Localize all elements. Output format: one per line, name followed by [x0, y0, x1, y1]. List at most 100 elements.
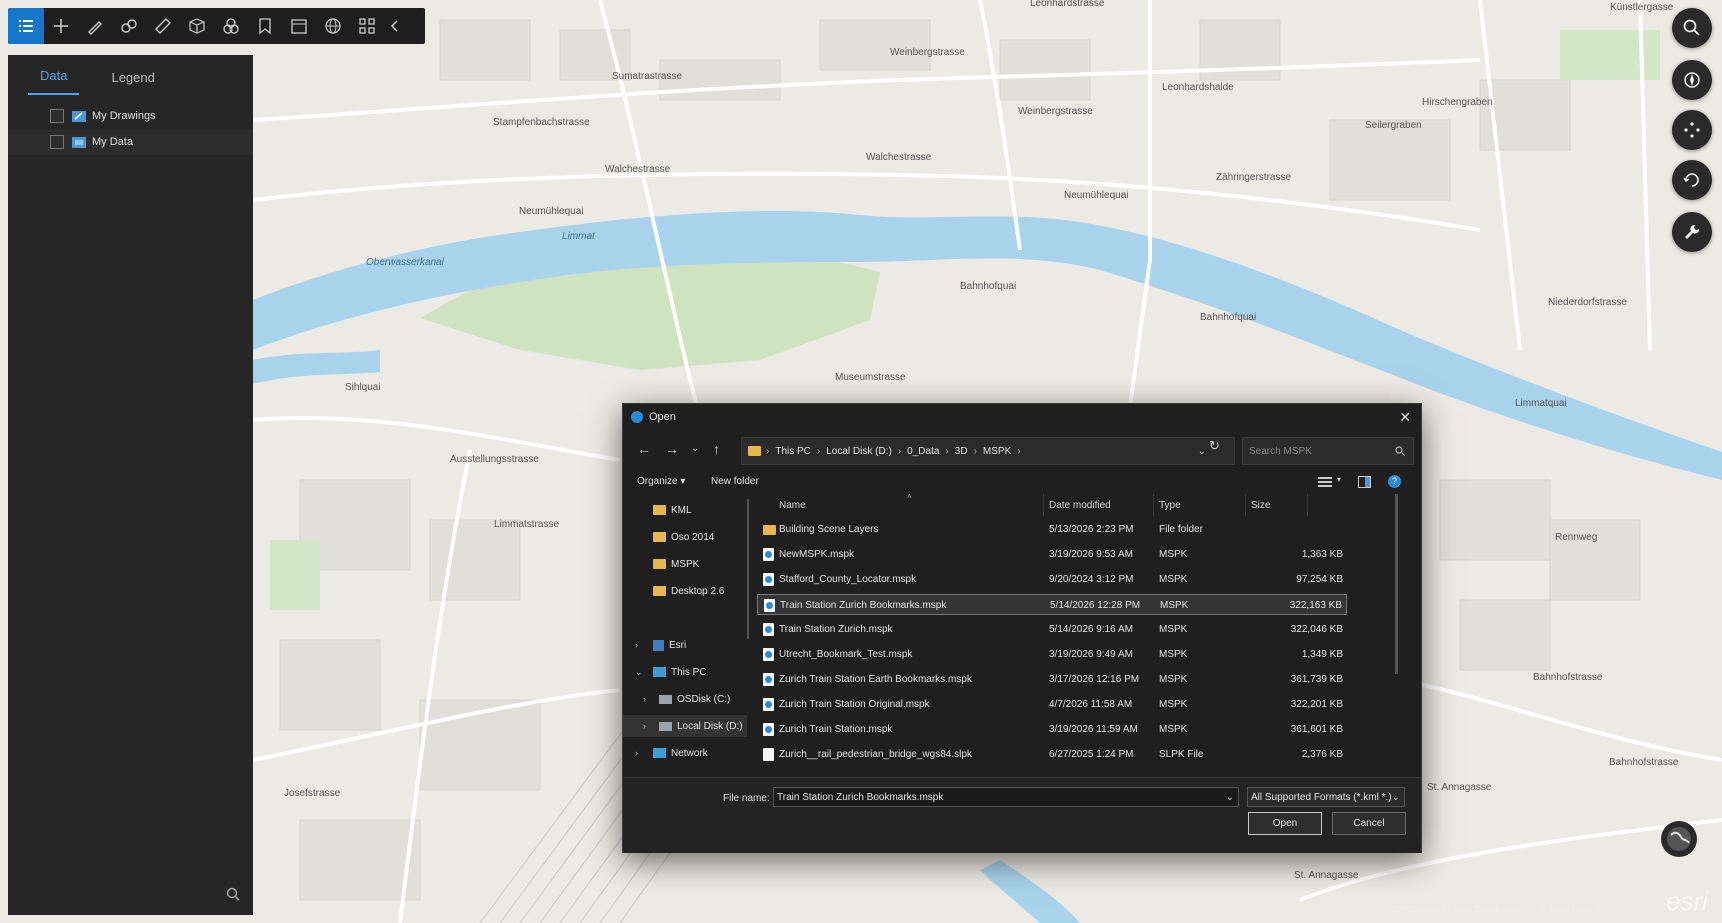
back-arrow-icon[interactable]: ← [637, 441, 651, 457]
expand-chevron-icon[interactable]: › [635, 640, 638, 650]
search-input[interactable]: Search MSPK [1242, 437, 1414, 465]
forward-arrow-icon[interactable]: → [665, 441, 679, 457]
file-type: File folder [1159, 524, 1203, 535]
tree-item[interactable]: › OSDisk (C:) [623, 688, 747, 710]
tree-item[interactable]: KML [623, 499, 747, 521]
svg-text:Niederdorfstrasse: Niederdorfstrasse [1548, 297, 1627, 308]
up-arrow-icon[interactable]: ↑ [713, 441, 720, 457]
filename-input[interactable]: Train Station Zurich Bookmarks.mspk ⌄ [773, 787, 1239, 807]
pan-button[interactable] [1672, 110, 1712, 150]
file-size: 2,376 KB [1301, 749, 1343, 760]
filetype-dropdown-chevron-icon: ⌄ [1391, 791, 1400, 803]
cancel-button[interactable]: Cancel [1332, 812, 1406, 835]
filename-dropdown-chevron-icon[interactable]: ⌄ [1226, 792, 1234, 803]
file-row[interactable]: Stafford_County_Locator.mspk 9/20/2024 3:… [757, 569, 1347, 590]
tree-scrollbar[interactable] [747, 499, 749, 639]
recent-locations-chevron-icon[interactable]: ⌄ [691, 443, 699, 454]
layer-visibility-checkbox[interactable] [50, 135, 64, 149]
tree-item[interactable]: › Network [623, 742, 747, 764]
tab-legend[interactable]: Legend [99, 70, 166, 95]
column-header-type[interactable]: Type [1159, 500, 1181, 511]
tab-data[interactable]: Data [28, 68, 80, 95]
navigation-bar: ← → ⌄ ↑ › This PC › Local Disk (D:) › 0_… [623, 434, 1421, 466]
filetype-value: All Supported Formats (*.kml *.) [1251, 791, 1392, 803]
svg-text:Oberwasserkanal: Oberwasserkanal [366, 257, 445, 268]
breadcrumb-local-disk[interactable]: Local Disk (D:) [826, 446, 892, 457]
tree-item-label: Local Disk (D:) [677, 720, 743, 732]
refresh-icon[interactable]: ↻ [1209, 438, 1220, 454]
breadcrumb-3d[interactable]: 3D [955, 446, 968, 457]
view-details-icon[interactable] [1318, 476, 1332, 488]
rotate-button[interactable] [1672, 160, 1712, 200]
collapse-chevron-icon[interactable]: ⌄ [635, 667, 643, 678]
app-icon [631, 411, 643, 423]
column-header-date[interactable]: Date modified [1049, 500, 1111, 511]
breadcrumb-this-pc[interactable]: This PC [775, 446, 811, 457]
add-icon[interactable] [44, 8, 78, 44]
file-row[interactable]: Zurich Train Station Original.mspk 4/7/20… [757, 694, 1347, 715]
analysis-icon[interactable] [214, 8, 248, 44]
collapse-chevron-icon[interactable] [384, 8, 406, 44]
search-button[interactable] [1672, 8, 1712, 48]
tree-item[interactable]: › Esri [623, 634, 747, 656]
navigate-button[interactable] [1672, 60, 1712, 100]
layer-visibility-checkbox[interactable] [50, 109, 64, 123]
file-row[interactable]: Zurich__rail_pedestrian_bridge_wgs84.slp… [757, 744, 1347, 765]
help-icon[interactable]: ? [1388, 475, 1401, 488]
tree-item[interactable]: MSPK [623, 553, 747, 575]
layer-item-my-data[interactable]: My Data [8, 129, 253, 155]
tree-item[interactable]: Desktop 2.6 [623, 580, 747, 602]
new-folder-button[interactable]: New folder [711, 476, 759, 487]
basemap-globe-button[interactable] [1661, 821, 1697, 857]
column-header-name[interactable]: Name [779, 500, 806, 511]
expand-chevron-icon[interactable]: › [643, 721, 646, 731]
column-header-size[interactable]: Size [1251, 500, 1270, 511]
file-row[interactable]: Train Station Zurich.mspk 5/14/2026 9:16 … [757, 619, 1347, 640]
svg-text:Walchestrasse: Walchestrasse [866, 152, 932, 163]
tree-item[interactable]: Oso 2014 [623, 526, 747, 548]
measure-link-icon[interactable] [112, 8, 146, 44]
file-row[interactable]: NewMSPK.mspk 3/19/2026 9:53 AM MSPK 1,363 K… [757, 544, 1347, 565]
mspk-file-icon [763, 548, 774, 561]
mspk-file-icon [763, 723, 774, 736]
filetype-select[interactable]: All Supported Formats (*.kml *.) ⌄ [1247, 787, 1405, 807]
calendar-icon[interactable] [282, 8, 316, 44]
address-bar[interactable]: › This PC › Local Disk (D:) › 0_Data › 3… [741, 437, 1235, 465]
tree-item-label: Esri [669, 639, 687, 651]
file-row[interactable]: Train Station Zurich Bookmarks.mspk 5/14/… [757, 594, 1347, 615]
bookmark-icon[interactable] [248, 8, 282, 44]
expand-chevron-icon[interactable]: › [643, 694, 646, 704]
globe-icon[interactable] [316, 8, 350, 44]
preview-pane-icon[interactable] [1358, 476, 1371, 488]
ruler-icon[interactable] [146, 8, 180, 44]
expand-chevron-icon[interactable]: › [635, 748, 638, 758]
widgets-icon[interactable] [350, 8, 384, 44]
file-date: 3/19/2026 9:53 AM [1049, 549, 1133, 560]
search-icon[interactable] [226, 887, 240, 901]
tools-button[interactable] [1672, 212, 1712, 252]
dialog-title-bar: Open ✕ [623, 404, 1421, 430]
file-row[interactable]: Building Scene Layers 5/13/2026 2:23 PM Fi… [757, 519, 1347, 540]
layer-item-my-drawings[interactable]: My Drawings [8, 103, 253, 129]
document-icon [763, 748, 774, 761]
list-scrollbar[interactable] [1395, 494, 1398, 674]
close-icon[interactable]: ✕ [1399, 409, 1411, 426]
file-row[interactable]: Utrecht_Bookmark_Test.mspk 3/19/2026 9:49… [757, 644, 1347, 665]
layer-label: My Drawings [92, 110, 156, 122]
view-options-chevron-icon[interactable]: ▾ [1337, 475, 1341, 484]
svg-text:Neumühlequai: Neumühlequai [519, 206, 584, 217]
organize-button[interactable]: Organize ▾ [637, 476, 685, 487]
sketch-icon[interactable] [78, 8, 112, 44]
file-row[interactable]: Zurich Train Station Earth Bookmarks.msp… [757, 669, 1347, 690]
file-name: Zurich Train Station.mspk [779, 724, 893, 735]
breadcrumb-0-data[interactable]: 0_Data [907, 446, 939, 457]
address-dropdown-chevron-icon[interactable]: ⌄ [1198, 446, 1206, 457]
file-name: Train Station Zurich.mspk [779, 624, 893, 635]
breadcrumb-mspk[interactable]: MSPK [983, 446, 1011, 457]
layer-list-icon[interactable] [8, 8, 44, 44]
open-button[interactable]: Open [1248, 812, 1322, 835]
file-row[interactable]: Zurich Train Station.mspk 3/19/2026 11:59… [757, 719, 1347, 740]
tree-item[interactable]: › Local Disk (D:) [623, 715, 747, 737]
tree-item[interactable]: ⌄ This PC [623, 661, 747, 683]
3d-object-icon[interactable] [180, 8, 214, 44]
